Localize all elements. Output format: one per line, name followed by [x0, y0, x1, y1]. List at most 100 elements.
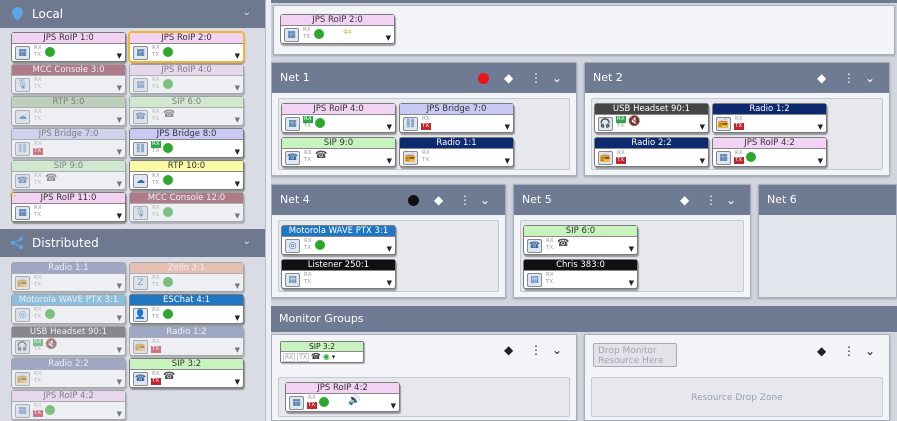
tx-indicator[interactable]: TX	[421, 157, 431, 164]
tx-indicator[interactable]: TX	[303, 157, 313, 164]
tx-indicator[interactable]: TX	[302, 34, 312, 41]
tx-indicator[interactable]: TX	[734, 157, 744, 164]
chevron-down-icon[interactable]: ▼	[235, 314, 240, 322]
rx-indicator[interactable]: RX	[151, 77, 161, 84]
chevron-down-icon[interactable]: ⌄	[552, 63, 562, 93]
resource-tile[interactable]: MCC Console 12:0 🎙 RX TX ▼	[129, 192, 244, 222]
eraser-icon[interactable]: ◆	[680, 185, 689, 215]
rx-indicator[interactable]: RX	[33, 307, 43, 314]
eraser-icon[interactable]: ◆	[817, 63, 826, 93]
chevron-down-icon[interactable]: ⌄	[552, 335, 562, 365]
rx-indicator[interactable]: RX	[151, 173, 161, 180]
eraser-icon[interactable]: ◆	[504, 335, 513, 365]
tx-indicator[interactable]: TX	[151, 148, 161, 155]
record-icon[interactable]	[478, 63, 489, 93]
rx-indicator[interactable]: RX	[33, 141, 43, 148]
chevron-down-icon[interactable]: ▼	[117, 148, 122, 156]
resource-tile[interactable]: RTP 10:0 ☁ RX TX ▼	[129, 160, 244, 190]
resource-tile[interactable]: USB Headset 90:1 🎧 RX TX 🔇 ▼	[11, 326, 126, 356]
chevron-down-icon[interactable]: ⌄	[243, 236, 251, 247]
tx-indicator[interactable]: TX	[151, 180, 161, 187]
chevron-down-icon[interactable]: ⌄	[865, 63, 875, 93]
mute-icon[interactable]: 🔇	[628, 116, 640, 127]
resource-tile[interactable]: JPS Bridge 7:0 ⛓ RX TX ▼	[11, 128, 126, 158]
tx-indicator[interactable]: TX	[33, 282, 43, 289]
tx-indicator[interactable]: TX	[303, 123, 313, 130]
rx-indicator[interactable]: RX	[151, 307, 161, 314]
chevron-down-icon[interactable]: ▼	[117, 378, 122, 386]
more-vertical-icon[interactable]: ⋮	[843, 63, 855, 93]
chevron-down-icon[interactable]: ▼	[235, 282, 240, 290]
rx-indicator[interactable]: RX	[33, 205, 43, 212]
resource-tile[interactable]: SIP 6:0 ☎ RX TX ☎ ▼	[129, 96, 244, 126]
chevron-down-icon[interactable]: ▾	[332, 353, 336, 361]
tx-indicator[interactable]: TX	[616, 157, 626, 164]
resource-tile[interactable]: SIP 6:0 ☎ RX TX ☎ ▼	[523, 225, 638, 255]
chevron-down-icon[interactable]: ⌄	[480, 185, 490, 215]
resource-tile[interactable]: Radio 1:2 📻 RX TX ▼	[129, 326, 244, 356]
tx-indicator[interactable]: TX	[33, 378, 43, 385]
rx-indicator[interactable]: RX	[734, 150, 744, 157]
resource-drop-zone[interactable]: Resource Drop Zone	[591, 377, 883, 417]
rx-indicator[interactable]: RX	[33, 403, 43, 410]
resource-tile[interactable]: JPS RoIP 4:0 ▦ RX TX ▼	[281, 103, 396, 133]
resource-tile[interactable]: JPS Bridge 7:0 ⛓ RX TX ▼	[399, 103, 514, 133]
eye-icon[interactable]: ◉	[323, 352, 330, 361]
tx-indicator[interactable]: TX	[33, 84, 43, 91]
rx-indicator[interactable]: RX	[151, 205, 161, 212]
rx-indicator[interactable]: RX	[33, 371, 43, 378]
rx-indicator[interactable]: RX	[151, 45, 161, 52]
chevron-down-icon[interactable]: ▼	[117, 84, 122, 92]
chevron-down-icon[interactable]: ▼	[235, 346, 240, 354]
chevron-down-icon[interactable]: ▼	[700, 157, 705, 165]
chevron-down-icon[interactable]: ▼	[117, 116, 122, 124]
tx-indicator[interactable]: TX	[151, 84, 161, 91]
tx-indicator[interactable]: TX	[616, 123, 626, 130]
resource-tile[interactable]: Zello 2:1 Z RX TX ▼	[129, 262, 244, 292]
chevron-down-icon[interactable]: ▼	[117, 410, 122, 418]
chevron-down-icon[interactable]: ▼	[505, 123, 510, 131]
tx-indicator[interactable]: TX	[151, 212, 161, 219]
extra-indicator-icon[interactable]: ⇦	[343, 27, 351, 38]
chevron-down-icon[interactable]: ▼	[117, 346, 122, 354]
rx-indicator[interactable]: RX	[33, 45, 43, 52]
resource-tile[interactable]: SIP 3:2 ☎ RX TX ☎ ▼	[129, 358, 244, 388]
more-vertical-icon[interactable]: ⋮	[530, 335, 542, 365]
chevron-down-icon[interactable]: ▼	[117, 212, 122, 220]
resource-tile[interactable]: RTP 5:0 ☁ RX TX ▼	[11, 96, 126, 126]
rx-indicator[interactable]: RX	[302, 27, 312, 34]
rx-indicator[interactable]: RX	[33, 173, 43, 180]
resource-tile[interactable]: Listener 250:1 ▤ RX TX ▼	[281, 259, 396, 289]
resource-tile[interactable]: JPS RoIP 2:0 ▦ RX TX ▼	[128, 31, 245, 63]
chevron-down-icon[interactable]: ▼	[387, 245, 392, 253]
resource-tile[interactable]: Motorola WAVE PTX 3:1 ◎ RX TX ▼	[11, 294, 126, 324]
chevron-down-icon[interactable]: ▼	[818, 157, 823, 165]
resource-tile[interactable]: USB Headset 90:1 🎧 RX TX 🔇 ▼	[594, 103, 709, 133]
chevron-down-icon[interactable]: ▼	[117, 52, 122, 60]
tx-indicator[interactable]: TX	[421, 123, 431, 130]
record-icon[interactable]	[408, 185, 419, 215]
chevron-down-icon[interactable]: ▼	[235, 378, 240, 386]
tx-indicator[interactable]: TX	[734, 123, 744, 130]
tx-indicator[interactable]: TX	[151, 378, 161, 385]
chevron-down-icon[interactable]: ▼	[117, 282, 122, 290]
chevron-down-icon[interactable]: ▼	[629, 279, 634, 287]
resource-tile[interactable]: JPS RoIP 1:0 ▦ RX TX ▼	[11, 32, 126, 62]
rx-indicator[interactable]: RX	[151, 339, 161, 346]
resource-tile[interactable]: JPS RoIP 4:2 ▦ RX TX ▼	[712, 137, 827, 167]
resource-tile[interactable]: JPS RoIP 2:0 ▦ RX TX ⇦ ▼	[280, 14, 395, 44]
chevron-down-icon[interactable]: ▼	[818, 123, 823, 131]
tx-indicator[interactable]: TX	[33, 212, 43, 219]
rx-indicator[interactable]: RX	[303, 238, 313, 245]
resource-tile[interactable]: Radio 1:2 📻 RX TX ▼	[712, 103, 827, 133]
tx-indicator[interactable]: TX	[151, 346, 161, 353]
rx-indicator[interactable]: RX	[303, 272, 313, 279]
chevron-down-icon[interactable]: ⌄	[243, 7, 251, 18]
chevron-down-icon[interactable]: ▼	[235, 52, 240, 60]
chevron-down-icon[interactable]: ▼	[387, 279, 392, 287]
tx-indicator[interactable]: TX	[307, 402, 317, 409]
chevron-down-icon[interactable]: ▼	[235, 212, 240, 220]
more-vertical-icon[interactable]: ⋮	[459, 185, 471, 215]
tx-indicator[interactable]: TX	[151, 52, 161, 59]
rx-indicator[interactable]: RX	[33, 109, 43, 116]
